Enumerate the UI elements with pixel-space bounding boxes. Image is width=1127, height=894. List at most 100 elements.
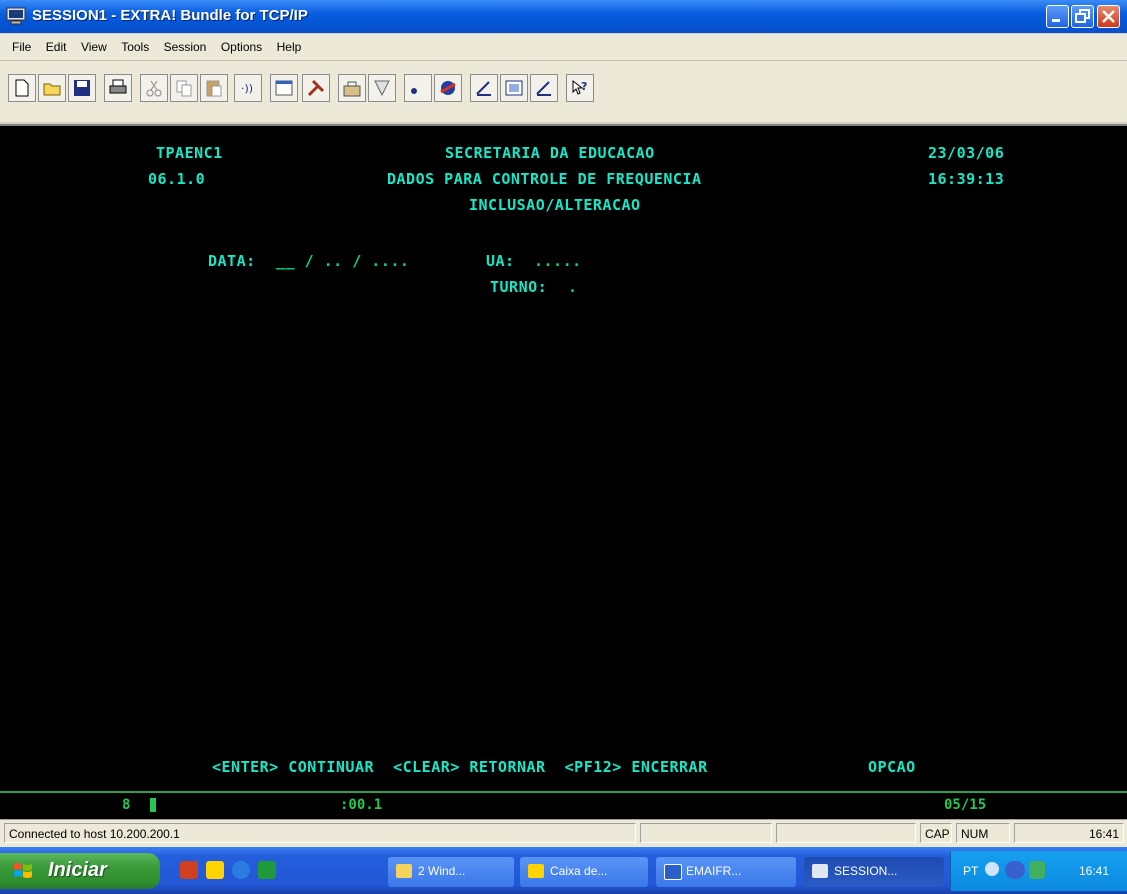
- paste-icon: [206, 80, 222, 97]
- folder-icon: [396, 864, 412, 878]
- play-button[interactable]: [434, 74, 462, 102]
- status-bar: Connected to host 10.200.200.1 CAP NUM 1…: [0, 819, 1127, 847]
- task-label: SESSION...: [834, 864, 898, 878]
- layout-button[interactable]: [470, 74, 498, 102]
- tray-network-icon[interactable]: [1005, 861, 1025, 879]
- screen-time: 16:39:13: [928, 170, 1005, 188]
- hotspot-icon: [374, 80, 390, 97]
- restore-button[interactable]: [1071, 5, 1094, 28]
- menu-help[interactable]: Help: [277, 40, 302, 54]
- restore-icon: [1075, 9, 1090, 23]
- send-icon: ·)): [241, 82, 253, 95]
- menu-edit[interactable]: Edit: [46, 40, 67, 54]
- terminal-screen[interactable]: TPAENC1 SECRETARIA DA EDUCACAO 23/03/06 …: [0, 124, 1127, 793]
- macro-button[interactable]: [338, 74, 366, 102]
- num-indicator: NUM: [956, 823, 1010, 843]
- connection-status: Connected to host 10.200.200.1: [4, 823, 636, 843]
- minimize-button[interactable]: [1046, 5, 1069, 28]
- task-caixa[interactable]: Caixa de...: [520, 857, 648, 887]
- help-button[interactable]: ?: [566, 74, 594, 102]
- copy-icon: [176, 80, 192, 97]
- cut-icon: [146, 80, 162, 97]
- print-button[interactable]: [104, 74, 132, 102]
- tray-arrow-icon[interactable]: [985, 862, 999, 876]
- quicklaunch-app-icon[interactable]: [180, 861, 198, 879]
- minimize-icon: [1052, 19, 1060, 22]
- tools-icon: [307, 79, 325, 97]
- oia-timer: :00.1: [340, 797, 383, 813]
- tools-button[interactable]: [302, 74, 330, 102]
- word-icon: [664, 864, 682, 880]
- quicklaunch-messenger-icon[interactable]: [206, 861, 224, 879]
- keyboard-button[interactable]: [500, 74, 528, 102]
- properties-button[interactable]: [270, 74, 298, 102]
- copy-button[interactable]: [170, 74, 198, 102]
- function-key-legend: <ENTER> CONTINUAR <CLEAR> RETORNAR <PF12…: [212, 758, 708, 776]
- menu-options[interactable]: Options: [221, 40, 262, 54]
- menu-tools[interactable]: Tools: [121, 40, 149, 54]
- task-label: EMAIFR...: [686, 864, 742, 878]
- opcao-label: OPCAO: [868, 758, 916, 776]
- program-version: 06.1.0: [148, 170, 206, 188]
- close-button[interactable]: [1097, 5, 1120, 28]
- print-icon: [109, 79, 127, 94]
- map-button[interactable]: [530, 74, 558, 102]
- new-button[interactable]: [8, 74, 36, 102]
- menu-file[interactable]: File: [12, 40, 31, 54]
- properties-icon: [275, 80, 293, 96]
- paste-button[interactable]: [200, 74, 228, 102]
- window-title: SESSION1 - EXTRA! Bundle for TCP/IP: [32, 7, 308, 24]
- screen-title: DADOS PARA CONTROLE DE FREQUENCIA: [387, 170, 702, 188]
- start-label: Iniciar: [48, 859, 107, 881]
- clock[interactable]: 16:41: [1079, 864, 1109, 878]
- macro-icon: [343, 81, 361, 97]
- cursor-position: 05/15: [944, 797, 987, 813]
- task-emaifr[interactable]: EMAIFR...: [656, 857, 796, 887]
- task-windows-explorer[interactable]: 2 Wind...: [388, 857, 514, 887]
- hotspot-button[interactable]: [368, 74, 396, 102]
- oia-session-indicator: 8: [122, 797, 131, 813]
- terminal-app-icon: [6, 7, 26, 25]
- data-input[interactable]: __ / .. / ....: [276, 252, 409, 270]
- quicklaunch-ie-icon[interactable]: [232, 861, 250, 879]
- ua-input[interactable]: .....: [534, 252, 582, 270]
- send-button[interactable]: ·)): [234, 74, 262, 102]
- layout-icon: [476, 81, 491, 96]
- program-id: TPAENC1: [156, 144, 223, 162]
- keyboard-icon: [505, 80, 523, 96]
- menu-session[interactable]: Session: [164, 40, 207, 54]
- record-button[interactable]: [404, 74, 432, 102]
- open-button[interactable]: [38, 74, 66, 102]
- tray-app-icon[interactable]: [1029, 861, 1045, 879]
- quicklaunch-desktop-icon[interactable]: [258, 861, 276, 879]
- terminal-icon: [812, 864, 828, 878]
- turno-input[interactable]: .: [568, 278, 578, 296]
- cut-button[interactable]: [140, 74, 168, 102]
- org-title: SECRETARIA DA EDUCACAO: [445, 144, 655, 162]
- screen-mode: INCLUSAO/ALTERACAO: [469, 196, 641, 214]
- task-label: Caixa de...: [550, 864, 608, 878]
- status-time: 16:41: [1014, 823, 1124, 843]
- start-button[interactable]: Iniciar: [0, 853, 160, 889]
- operator-info-area: 8 :00.1 05/15: [0, 791, 1127, 819]
- cap-indicator: CAP: [920, 823, 952, 843]
- language-indicator[interactable]: PT: [963, 864, 978, 878]
- mail-icon: [528, 864, 544, 878]
- help-icon: ?: [572, 79, 587, 95]
- windows-flag-icon: [14, 863, 32, 878]
- save-button[interactable]: [68, 74, 96, 102]
- status-panel-empty-2: [776, 823, 916, 843]
- open-icon: [43, 83, 61, 96]
- map-icon: [536, 81, 551, 96]
- close-icon: [1102, 10, 1115, 23]
- toolbar: ·)) ?: [0, 61, 1127, 122]
- menu-bar: File Edit View Tools Session Options Hel…: [0, 34, 1127, 61]
- save-icon: [74, 80, 90, 96]
- menu-view[interactable]: View: [81, 40, 107, 54]
- taskbar: Iniciar 2 Wind... Caixa de... EMAIFR... …: [0, 847, 1127, 894]
- record-icon: [411, 88, 417, 94]
- oia-cursor: [150, 798, 156, 812]
- title-bar[interactable]: SESSION1 - EXTRA! Bundle for TCP/IP: [0, 0, 1127, 33]
- svg-text:?: ?: [581, 80, 587, 93]
- task-session[interactable]: SESSION...: [804, 857, 944, 887]
